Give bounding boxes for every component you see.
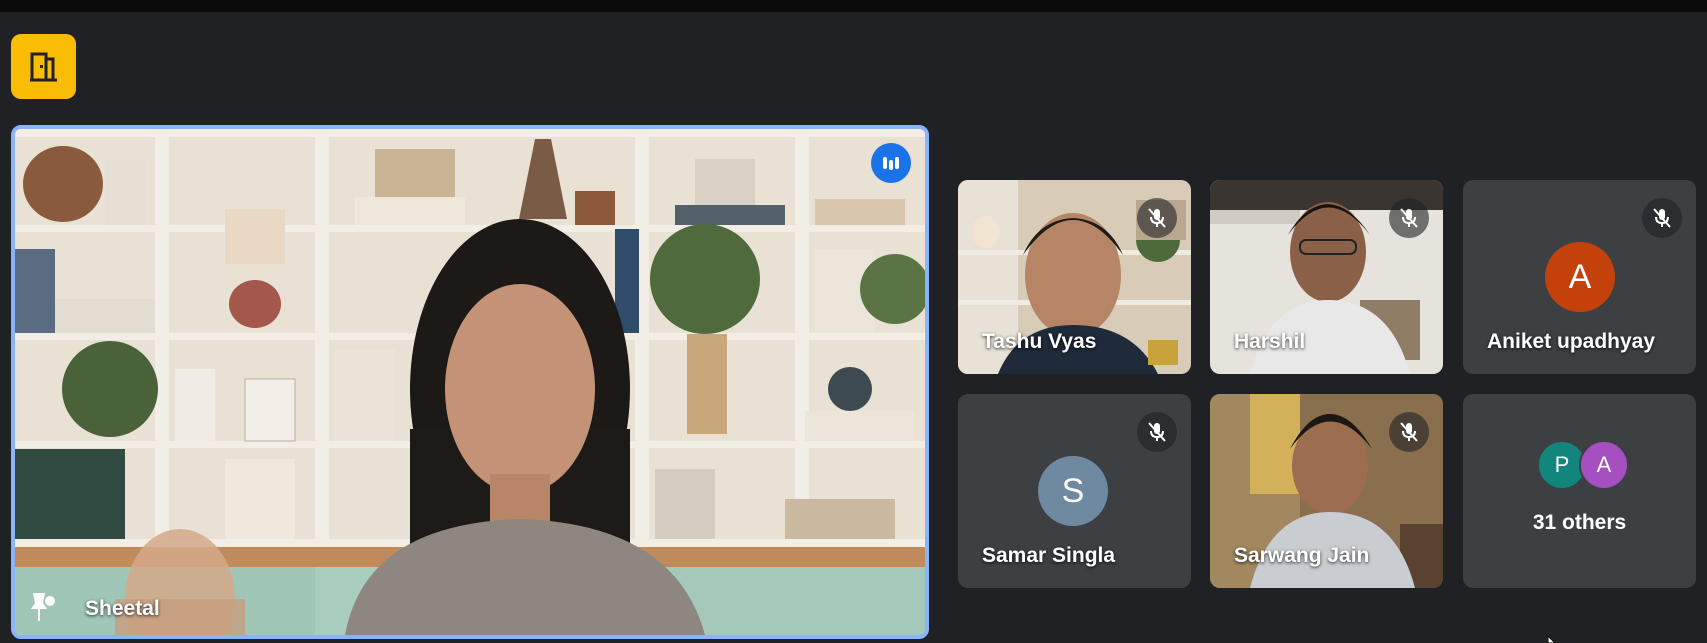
participant-tile-tashu-vyas[interactable]: Tashu Vyas [958, 180, 1191, 374]
others-tile[interactable]: P A 31 others [1463, 394, 1696, 588]
participant-tile-aniket-upadhyay[interactable]: A Aniket upadhyay [1463, 180, 1696, 374]
top-bar [0, 0, 1707, 12]
participant-name: Aniket upadhyay [1487, 330, 1656, 353]
others-count: 31 others [1532, 511, 1627, 534]
exit-button[interactable] [11, 34, 76, 99]
speaker-name: Sheetal [85, 597, 160, 620]
muted-indicator [1389, 198, 1429, 238]
participant-tile-sarwang-jain[interactable]: Sarwang Jain [1210, 394, 1443, 588]
participant-tile-harshil[interactable]: Harshil [1210, 180, 1443, 374]
muted-indicator [1389, 412, 1429, 452]
avatar: S [1038, 456, 1108, 526]
mic-off-icon [1400, 208, 1418, 228]
participant-name: Tashu Vyas [982, 330, 1097, 353]
speaking-indicator [871, 143, 911, 183]
participant-name: Sarwang Jain [1234, 544, 1370, 567]
mic-off-icon [1653, 208, 1671, 228]
door-exit-icon [29, 52, 57, 81]
audio-level-icon [883, 157, 899, 170]
participant-name: Harshil [1234, 330, 1306, 353]
participant-tile-samar-singla[interactable]: S Samar Singla [958, 394, 1191, 588]
participant-name: Samar Singla [982, 544, 1116, 567]
mic-off-icon [1148, 208, 1166, 228]
speaker-video-tile[interactable]: Sheetal [11, 125, 929, 639]
avatar: A [1545, 242, 1615, 312]
mouse-cursor-icon [1548, 636, 1556, 643]
muted-indicator [1137, 198, 1177, 238]
mic-off-icon [1148, 422, 1166, 442]
speaker-video [15, 129, 925, 635]
avatar: A [1579, 440, 1629, 490]
muted-indicator [1137, 412, 1177, 452]
pin-icon[interactable] [27, 589, 57, 623]
others-avatars: P A [1537, 440, 1629, 490]
mic-off-icon [1400, 422, 1418, 442]
muted-indicator [1642, 198, 1682, 238]
